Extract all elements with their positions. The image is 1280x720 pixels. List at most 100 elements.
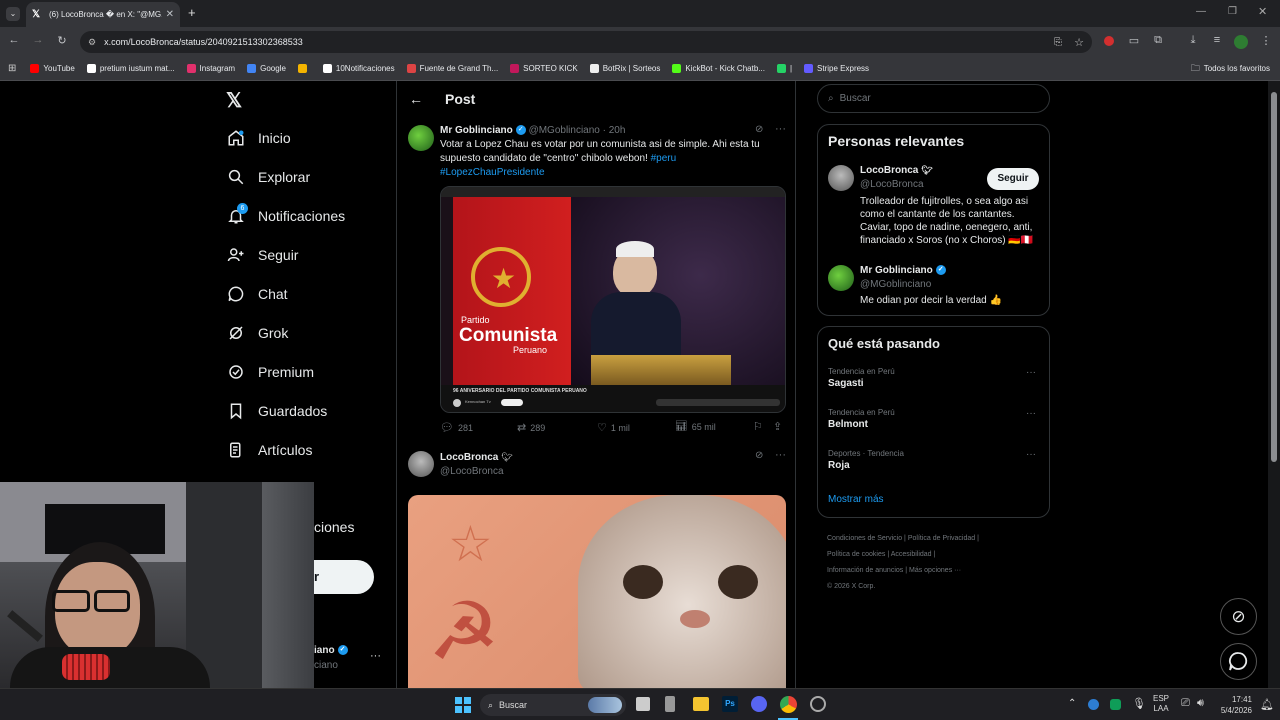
language-indicator[interactable]: ESP LAA	[1153, 694, 1169, 714]
trend-more-icon[interactable]: ···	[1026, 367, 1036, 378]
trend-more-icon[interactable]: ···	[1026, 408, 1036, 419]
tweet-media[interactable]: ★ Partido Comunista Peruano 96 ANIVERSAR…	[440, 186, 786, 413]
trend-item[interactable]: Deportes · Tendencia Roja	[828, 449, 904, 471]
taskbar-app-icon[interactable]	[810, 696, 826, 712]
menu-icon[interactable]: ⋮	[1258, 34, 1274, 47]
show-more-link[interactable]: Mostrar más	[828, 494, 884, 505]
address-bar[interactable]: ⚙ x.com/LocoBronca/status/20409215133023…	[80, 31, 1092, 53]
footer-link[interactable]: Accesibilidad	[891, 551, 932, 558]
microphone-icon[interactable]: 🎙︎	[1132, 697, 1146, 710]
person-name[interactable]: Mr Goblinciano ✓	[860, 265, 946, 276]
footer-link[interactable]: Condiciones de Servicio	[827, 535, 902, 542]
photoshop-icon[interactable]: Ps	[722, 696, 738, 712]
notifications-bell-icon[interactable]: 🔔︎	[1260, 698, 1274, 711]
profile-avatar[interactable]	[1234, 35, 1248, 49]
nav-grok[interactable]: Grok	[226, 323, 288, 343]
bookmark-item[interactable]: BotRix | Sorteos	[589, 64, 660, 73]
like-button[interactable]: ♡ 1 mil	[597, 421, 630, 434]
chrome-icon[interactable]	[780, 696, 797, 713]
nav-chat[interactable]: Chat	[226, 284, 288, 304]
bookmark-item[interactable]: Stripe Express	[804, 64, 869, 73]
chat-float-button[interactable]	[1220, 643, 1257, 680]
tray-app-icon[interactable]	[1088, 699, 1099, 710]
nav-notificaciones[interactable]: 6 Notificaciones	[226, 203, 345, 226]
task-view-icon[interactable]	[636, 697, 650, 711]
avatar[interactable]	[828, 265, 854, 291]
person-name[interactable]: LocoBronca 🐦︎	[860, 165, 933, 176]
bookmark-item[interactable]: Instagram	[186, 64, 235, 73]
bookmark-item[interactable]: YouTube	[30, 64, 75, 73]
footer-link[interactable]: Política de cookies	[827, 551, 885, 558]
avatar[interactable]	[828, 165, 854, 191]
bookmark-item[interactable]: |	[776, 64, 792, 73]
back-arrow-icon[interactable]: ←	[409, 91, 423, 107]
trend-more-icon[interactable]: ···	[1026, 449, 1036, 460]
tray-app-icon[interactable]	[1110, 699, 1121, 710]
share-icon[interactable]: ⇪	[773, 420, 782, 433]
all-favorites-folder[interactable]: 🗀 Todos los favoritos	[1191, 61, 1270, 77]
trend-item[interactable]: Tendencia en Perú Sagasti	[828, 367, 895, 389]
author-handle[interactable]: @MGoblinciano	[529, 125, 600, 136]
site-info-icon[interactable]: ⚙	[88, 37, 96, 48]
repost-button[interactable]: ⇄ 289	[517, 421, 545, 434]
volume-icon[interactable]: 🔊︎	[1197, 697, 1204, 710]
nav-guardados[interactable]: Guardados	[226, 401, 327, 421]
more-options-icon[interactable]: ···	[775, 449, 786, 461]
apps-grid-icon[interactable]: ⊞	[8, 63, 16, 74]
reload-icon[interactable]: ↻	[54, 34, 70, 47]
download-icon[interactable]: ⤓	[1185, 34, 1201, 47]
trend-item[interactable]: Tendencia en Perú Belmont	[828, 408, 895, 430]
more-options-icon[interactable]: ···	[775, 123, 786, 135]
footer-link[interactable]: Política de Privacidad	[908, 535, 975, 542]
author-name[interactable]: Mr Goblinciano	[440, 125, 513, 136]
hashtag-link[interactable]: #LopezChauPresidente	[440, 167, 545, 178]
person-handle[interactable]: @MGoblinciano	[860, 279, 931, 290]
grok-icon[interactable]: ⊘	[755, 124, 763, 135]
close-tab-icon[interactable]: ✕	[166, 9, 174, 20]
nav-inicio[interactable]: Inicio	[226, 128, 291, 148]
bookmark-item[interactable]: Fuente de Grand Th...	[406, 64, 498, 73]
views-button[interactable]: 📊︎ 65 mil	[675, 421, 716, 432]
bookmark-tweet-icon[interactable]: ⚐	[753, 420, 763, 433]
back-icon[interactable]: ←	[6, 34, 22, 46]
discord-icon[interactable]	[751, 696, 767, 712]
close-window-button[interactable]: ✕	[1258, 5, 1267, 18]
reply-button[interactable]: 💬︎ 281	[440, 421, 473, 434]
active-tab[interactable]: 𝕏 (6) LocoBronca � en X: "@MG... ✕	[26, 2, 180, 27]
tweet-media[interactable]: ☆ ☭	[408, 495, 786, 688]
grok-float-button[interactable]: ⊘	[1220, 598, 1257, 635]
avatar[interactable]	[408, 125, 434, 151]
scrollbar-thumb[interactable]	[1271, 92, 1277, 462]
bookmark-item[interactable]	[297, 64, 311, 73]
avatar[interactable]	[408, 451, 434, 477]
taskbar-app-icon[interactable]	[665, 696, 675, 712]
clock[interactable]: 17:41 5/4/2026	[1216, 694, 1252, 716]
person-handle[interactable]: @LocoBronca	[860, 179, 924, 190]
bookmark-item[interactable]: SORTEO KICK	[510, 64, 578, 73]
x-logo[interactable]: 𝕏	[226, 88, 242, 113]
tweet-time[interactable]: · 20h	[603, 125, 626, 136]
tray-chevron-icon[interactable]: ⌃	[1068, 698, 1076, 709]
follow-button[interactable]: Seguir	[987, 168, 1039, 190]
nav-seguir[interactable]: Seguir	[226, 245, 298, 265]
hashtag-link[interactable]: #peru	[651, 153, 677, 164]
extensions-icon[interactable]: ⧉	[1150, 34, 1166, 47]
account-name[interactable]: iano ✓	[314, 645, 348, 656]
windows-start-icon[interactable]	[455, 697, 471, 713]
install-app-icon[interactable]: ⎘	[1054, 37, 1062, 48]
author-handle[interactable]: @LocoBronca	[440, 466, 504, 477]
file-explorer-icon[interactable]	[693, 697, 709, 711]
nav-partial-item[interactable]: ciones	[314, 519, 354, 535]
footer-link[interactable]: Más opciones ···	[909, 567, 961, 574]
nav-explorar[interactable]: Explorar	[226, 167, 310, 187]
media-icon[interactable]: ≡	[1209, 34, 1225, 46]
minimize-button[interactable]: —	[1196, 6, 1206, 17]
bookmark-star-icon[interactable]: ☆	[1074, 36, 1084, 49]
bookmark-item[interactable]: 10Notificaciones	[322, 64, 395, 73]
footer-link[interactable]: Información de anuncios	[827, 567, 903, 574]
bookmark-item[interactable]: Google	[247, 64, 286, 73]
post-button[interactable]: r	[314, 560, 374, 594]
nav-premium[interactable]: Premium	[226, 362, 314, 382]
network-icon[interactable]: ⎚	[1181, 697, 1190, 710]
search-input[interactable]: ⌕ Buscar	[817, 84, 1050, 113]
